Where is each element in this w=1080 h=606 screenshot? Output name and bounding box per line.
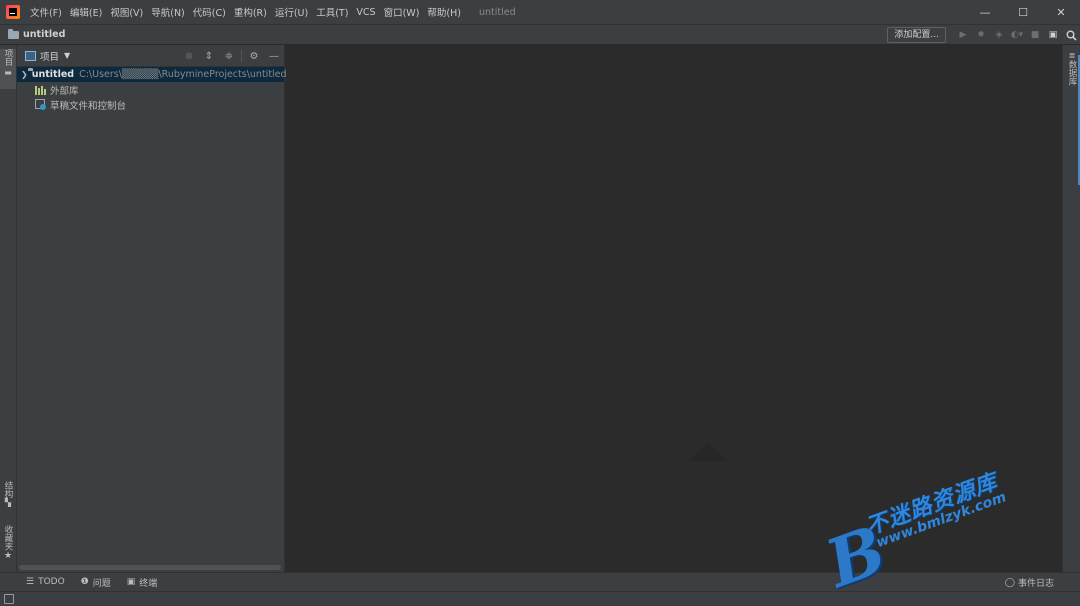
main-menu: 文件(F) 编辑(E) 视图(V) 导航(N) 代码(C) 重构(R) 运行(U… (26, 0, 465, 24)
project-tree: ❯ untitled C:\Users\▒▒▒▒▒\RubymineProjec… (17, 67, 287, 112)
status-bar (0, 591, 1080, 606)
tool-tab-structure-label: 结构 (3, 481, 13, 498)
navigation-bar: untitled 添加配置... ▶ ✹ ◈ ◐▾ ■ ▣ (0, 24, 1080, 45)
tool-tab-favorites[interactable]: 收藏夹 ★ (0, 525, 16, 567)
menu-run[interactable]: 运行(U) (271, 5, 312, 19)
menu-vcs[interactable]: VCS (352, 7, 379, 18)
list-icon: ☰ (26, 577, 35, 587)
menu-view[interactable]: 视图(V) (106, 5, 147, 19)
info-icon: ❶ (80, 577, 89, 587)
toolbar-separator (241, 50, 242, 62)
right-tool-stripe: ≣ 数据库 (1062, 45, 1080, 572)
bottom-tool-bar: ☰ TODO ❶ 问题 ▣ 终端 ◯ 事件日志 (0, 572, 1080, 591)
menu-refactor[interactable]: 重构(R) (230, 5, 271, 19)
locate-file-icon[interactable]: ⊗ (179, 45, 199, 67)
main-toolbar: 添加配置... ▶ ✹ ◈ ◐▾ ■ ▣ (887, 25, 1080, 45)
database-icon: ≣ (1068, 51, 1076, 60)
minimize-button[interactable]: — (966, 0, 1004, 24)
horizontal-scrollbar[interactable] (19, 565, 281, 570)
todo-tab-label: TODO (38, 577, 65, 587)
toggle-tool-windows-icon[interactable] (4, 594, 14, 604)
menu-file[interactable]: 文件(F) (26, 5, 66, 19)
menu-window[interactable]: 窗口(W) (380, 5, 424, 19)
tree-node-path: C:\Users\▒▒▒▒▒\RubymineProjects\untitled (79, 69, 287, 80)
expand-all-icon[interactable]: ⇕ (199, 45, 219, 67)
menu-help[interactable]: 帮助(H) (423, 5, 465, 19)
add-configuration-button[interactable]: 添加配置... (887, 27, 946, 43)
problems-tab[interactable]: ❶ 问题 (77, 576, 115, 589)
stop-icon[interactable]: ■ (1026, 26, 1044, 44)
structure-icon: ▚ (4, 498, 12, 507)
profile-icon[interactable]: ◐▾ (1008, 26, 1026, 44)
search-icon[interactable] (1062, 26, 1080, 44)
rubymine-logo-icon (6, 5, 20, 19)
tool-tab-structure[interactable]: 结构 ▚ (0, 481, 16, 515)
tool-tab-project-label: 项目 (3, 49, 13, 66)
chevron-right-icon[interactable]: ❯ (21, 70, 28, 79)
tool-tab-project[interactable]: 项目 ▬ (0, 49, 16, 89)
event-log-tab[interactable]: ◯ 事件日志 (1005, 573, 1054, 592)
folder-icon (8, 28, 19, 39)
editor-empty-placeholder (688, 443, 728, 461)
title-bar: 文件(F) 编辑(E) 视图(V) 导航(N) 代码(C) 重构(R) 运行(U… (0, 0, 1080, 24)
project-view-selector[interactable]: 项目 (40, 49, 59, 63)
todo-tab[interactable]: ☰ TODO (22, 577, 69, 587)
hide-panel-icon[interactable]: — (264, 45, 284, 67)
tree-node-label: 外部库 (50, 85, 79, 97)
menu-navigate[interactable]: 导航(N) (147, 5, 189, 19)
project-panel-header: 项目 ▼ ⊗ ⇕ ≑ ⚙ — (17, 45, 284, 67)
menu-edit[interactable]: 编辑(E) (66, 5, 106, 19)
menu-tools[interactable]: 工具(T) (312, 5, 352, 19)
project-tool-window: 项目 ▼ ⊗ ⇕ ≑ ⚙ — ❯ untitled C:\Users\▒▒▒▒▒… (17, 45, 287, 572)
star-icon: ★ (3, 550, 13, 561)
coverage-icon[interactable]: ◈ (990, 26, 1008, 44)
tool-tab-database-label: 数据库 (1067, 60, 1077, 86)
breadcrumb-project[interactable]: untitled (23, 29, 65, 40)
library-icon (35, 85, 46, 95)
terminal-tab[interactable]: ▣ 终端 (123, 576, 162, 589)
tree-node-project-root[interactable]: ❯ untitled C:\Users\▒▒▒▒▒\RubymineProjec… (17, 67, 287, 82)
close-button[interactable]: ✕ (1042, 0, 1080, 24)
run-icon[interactable]: ▶ (954, 26, 972, 44)
window-controls: — ☐ ✕ (966, 0, 1080, 24)
layout-icon[interactable]: ▣ (1044, 26, 1062, 44)
tool-tab-favorites-label: 收藏夹 (3, 525, 13, 551)
collapse-all-icon[interactable]: ≑ (219, 45, 239, 67)
folder-icon: ▬ (4, 68, 12, 77)
chevron-down-icon[interactable]: ▼ (64, 51, 70, 60)
menu-code[interactable]: 代码(C) (189, 5, 230, 19)
left-tool-stripe: 项目 ▬ 结构 ▚ 收藏夹 ★ (0, 45, 17, 572)
scratches-icon (35, 99, 46, 110)
maximize-button[interactable]: ☐ (1004, 0, 1042, 24)
debug-icon[interactable]: ✹ (972, 26, 990, 44)
gear-icon[interactable]: ⚙ (244, 45, 264, 67)
event-log-tab-label: 事件日志 (1017, 579, 1054, 589)
event-log-icon: ◯ (1004, 577, 1015, 588)
project-panel-tools: ⊗ ⇕ ≑ ⚙ — (179, 45, 284, 67)
tree-node-scratches[interactable]: 草稿文件和控制台 (17, 97, 284, 112)
problems-tab-label: 问题 (92, 578, 111, 589)
tree-node-external-libraries[interactable]: 外部库 (17, 82, 284, 97)
editor-area[interactable] (286, 45, 1062, 572)
project-view-icon (25, 50, 36, 61)
tree-node-label: untitled (31, 69, 75, 80)
tool-tab-database[interactable]: ≣ 数据库 (1064, 51, 1080, 91)
terminal-icon: ▣ (126, 577, 136, 587)
window-title: untitled (478, 6, 516, 18)
tree-node-label: 草稿文件和控制台 (50, 100, 127, 112)
terminal-tab-label: 终端 (139, 578, 158, 589)
